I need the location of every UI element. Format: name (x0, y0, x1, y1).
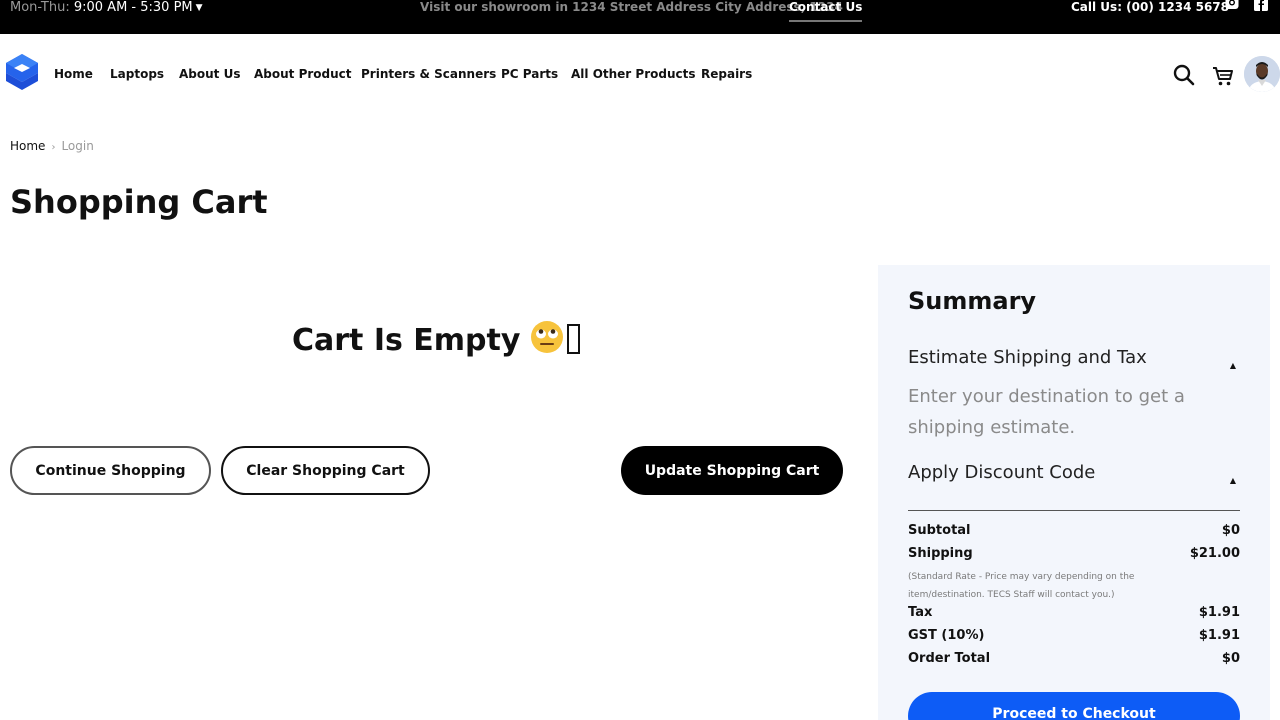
subtotal-value: $0 (1221, 523, 1240, 538)
empty-cart-message: Cart Is Empty (292, 320, 581, 361)
discount-code-toggle[interactable]: Apply Discount Code ▲ (908, 461, 1240, 485)
proceed-to-checkout-button[interactable]: Proceed to Checkout (908, 692, 1240, 720)
instagram-icon[interactable] (1225, 0, 1239, 11)
shipping-note: (Standard Rate - Price may vary dependin… (908, 572, 1135, 600)
clear-cart-button[interactable]: Clear Shopping Cart (221, 446, 430, 495)
estimate-shipping-label: Estimate Shipping and Tax (908, 347, 1147, 368)
breadcrumb: Home › Login (10, 139, 94, 153)
empty-cart-text: Cart Is Empty (292, 323, 521, 358)
hours-label: Mon-Thu: (10, 0, 70, 15)
shipping-value: $21.00 (1189, 546, 1240, 561)
gst-value: $1.91 (1198, 628, 1240, 643)
hours-value: 9:00 AM - 5:30 PM (73, 0, 193, 15)
continue-shopping-button[interactable]: Continue Shopping (10, 446, 211, 495)
hours-selector[interactable]: Mon-Thu: 9:00 AM - 5:30 PM ▼ (10, 0, 203, 16)
summary-divider (908, 510, 1240, 511)
breadcrumb-home[interactable]: Home (10, 139, 45, 153)
nav-about-us[interactable]: About Us (179, 67, 240, 81)
nav-repairs[interactable]: Repairs (701, 67, 752, 81)
discount-code-label: Apply Discount Code (908, 462, 1096, 483)
nav-about-product[interactable]: About Product (254, 67, 352, 81)
subtotal-row: Subtotal $0 (908, 522, 1240, 540)
summary-title: Summary (908, 287, 1037, 315)
cart-icon[interactable] (1212, 65, 1234, 87)
nav-all-other-products[interactable]: All Other Products (571, 67, 696, 81)
nav-laptops[interactable]: Laptops (110, 67, 164, 81)
nav-pc-parts[interactable]: PC Parts (501, 67, 558, 81)
nav-home[interactable]: Home (54, 67, 93, 81)
tax-value: $1.91 (1198, 605, 1240, 620)
order-total-label: Order Total (908, 651, 991, 666)
user-avatar[interactable] (1244, 56, 1280, 92)
chevron-up-icon: ▲ (1229, 361, 1236, 370)
search-icon[interactable] (1173, 64, 1195, 86)
brand-logo[interactable] (4, 52, 40, 94)
shipping-hint: Enter your destination to get a shipping… (908, 386, 1185, 438)
main-nav: Home Laptops About Us About Product Prin… (0, 34, 1280, 114)
shipping-label: Shipping (908, 546, 973, 561)
tax-row: Tax $1.91 (908, 604, 1240, 622)
gst-row: GST (10%) $1.91 (908, 627, 1240, 645)
order-total-value: $0 (1221, 651, 1240, 666)
call-us-text: Call Us: (00) 1234 5678 (1071, 0, 1229, 14)
page-title: Shopping Cart (10, 183, 268, 221)
breadcrumb-current: Login (61, 139, 94, 153)
facebook-icon[interactable] (1254, 0, 1268, 11)
top-bar: Mon-Thu: 9:00 AM - 5:30 PM ▼ Visit our sh… (0, 0, 1280, 34)
update-cart-button[interactable]: Update Shopping Cart (621, 446, 843, 495)
order-total-row: Order Total $0 (908, 650, 1240, 668)
breadcrumb-separator-icon: › (51, 142, 56, 153)
rolling-eyes-emoji-icon (531, 321, 564, 353)
order-summary-panel: Summary Estimate Shipping and Tax ▲ Ente… (878, 265, 1270, 720)
showroom-text: Visit our showroom in 1234 Street Addres… (420, 0, 843, 14)
tax-label: Tax (908, 605, 933, 620)
missing-glyph-icon (567, 324, 581, 354)
gst-label: GST (10%) (908, 628, 985, 643)
subtotal-label: Subtotal (908, 523, 971, 538)
shipping-row: Shipping $21.00 (908, 545, 1240, 563)
nav-printers-scanners[interactable]: Printers & Scanners (361, 67, 496, 81)
contact-us-link[interactable]: Contact Us (789, 0, 863, 22)
estimate-shipping-toggle[interactable]: Estimate Shipping and Tax ▲ (908, 346, 1240, 370)
chevron-up-icon: ▲ (1229, 476, 1236, 485)
chevron-down-icon: ▼ (195, 3, 203, 13)
